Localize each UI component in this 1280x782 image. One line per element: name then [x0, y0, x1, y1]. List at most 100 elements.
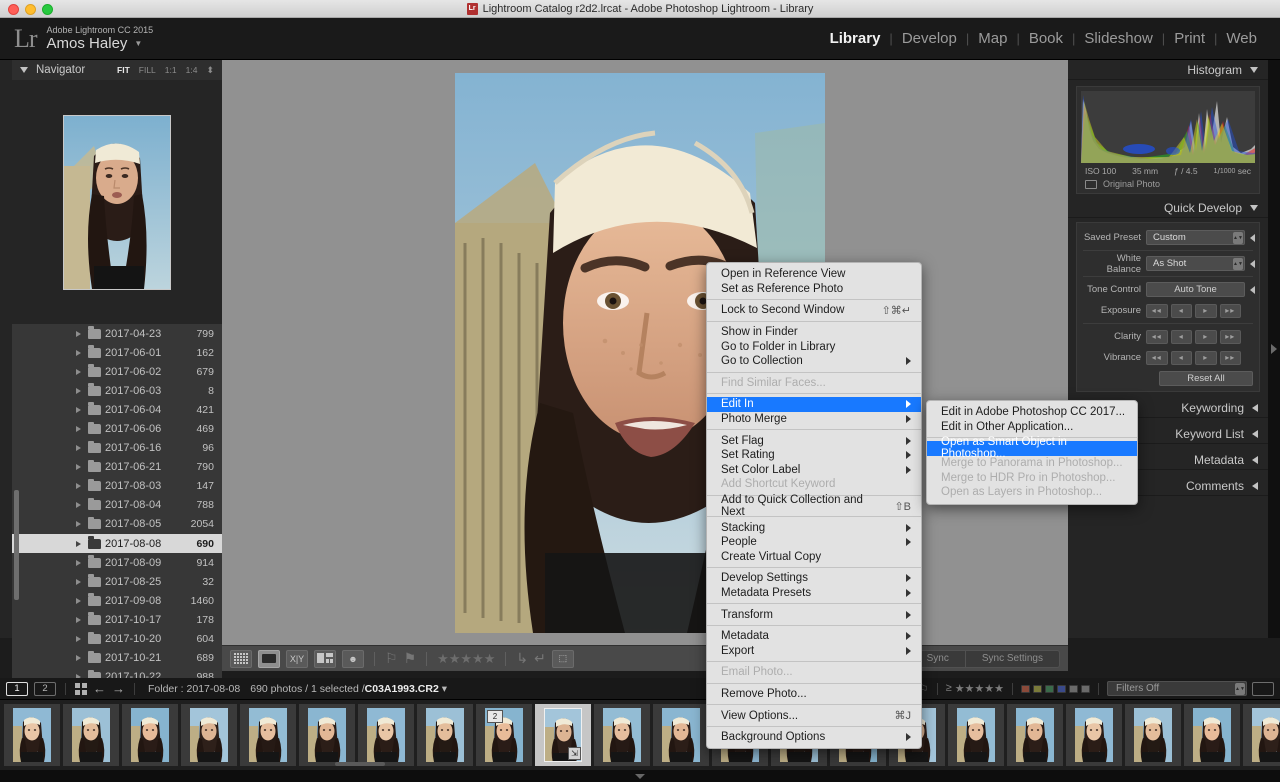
- filmstrip-thumbnail-selected[interactable]: ⇲: [535, 704, 591, 766]
- filename-chevron-down-icon[interactable]: ▾: [442, 683, 447, 695]
- chevron-left-icon[interactable]: [1250, 259, 1255, 268]
- folder-expand-icon[interactable]: [76, 559, 81, 566]
- display-1-button[interactable]: 1: [6, 681, 28, 696]
- folder-expand-icon[interactable]: [76, 597, 81, 604]
- navigator-header[interactable]: Navigator FIT FILL 1:1 1:4 ⬍: [12, 60, 222, 80]
- clarity-increase-small[interactable]: ▸: [1195, 329, 1217, 344]
- clarity-decrease-large[interactable]: ◂◂: [1146, 329, 1168, 344]
- menu-item[interactable]: Export: [707, 643, 921, 658]
- filmstrip-resize-handle[interactable]: [335, 762, 385, 766]
- folder-expand-icon[interactable]: [76, 502, 81, 509]
- folder-expand-icon[interactable]: [76, 521, 81, 528]
- filmstrip-thumbnail[interactable]: [948, 704, 1004, 766]
- chevron-down-icon[interactable]: [1250, 204, 1258, 211]
- folder-row[interactable]: 2017-10-17 178: [12, 610, 222, 629]
- folder-expand-icon[interactable]: [76, 655, 81, 662]
- menu-item[interactable]: Open in Reference View: [707, 267, 921, 282]
- menu-item[interactable]: Go to Folder in Library: [707, 339, 921, 354]
- edit-in-submenu[interactable]: Edit in Adobe Photoshop CC 2017... Edit i…: [926, 400, 1138, 505]
- zoom-fit[interactable]: FIT: [117, 65, 130, 75]
- folders-scrollbar[interactable]: [14, 490, 19, 600]
- chevron-left-icon[interactable]: [1252, 455, 1258, 464]
- histogram-header[interactable]: Histogram: [1068, 60, 1268, 80]
- rotate-right-icon[interactable]: ↵: [534, 650, 546, 667]
- filmstrip-thumbnail[interactable]: [417, 704, 473, 766]
- folder-row[interactable]: 2017-08-04 788: [12, 496, 222, 515]
- filmstrip-thumbnail[interactable]: [4, 704, 60, 766]
- menu-item[interactable]: Metadata Presets: [707, 586, 921, 601]
- folder-row[interactable]: 2017-08-03 147: [12, 477, 222, 496]
- filmstrip-thumbnail[interactable]: [358, 704, 414, 766]
- menu-item[interactable]: Develop Settings: [707, 571, 921, 586]
- color-label-swatch[interactable]: [1033, 684, 1042, 693]
- module-develop[interactable]: Develop: [893, 30, 966, 47]
- filmstrip-collapse-bar[interactable]: [0, 770, 1280, 782]
- rotate-left-icon[interactable]: ↳: [516, 650, 528, 667]
- menu-item[interactable]: Photo Merge: [707, 412, 921, 427]
- flag-reject-icon[interactable]: ⚑: [404, 650, 417, 667]
- forward-arrow-icon[interactable]: →: [112, 681, 125, 696]
- folder-expand-icon[interactable]: [76, 387, 81, 394]
- flag-pick-icon[interactable]: ⚐: [385, 650, 398, 667]
- filmstrip-thumbnail[interactable]: [594, 704, 650, 766]
- filmstrip-thumbnail[interactable]: [240, 704, 296, 766]
- chevron-left-icon[interactable]: [1252, 429, 1258, 438]
- chevron-left-icon[interactable]: [1252, 481, 1258, 490]
- folder-row[interactable]: 2017-08-25 32: [12, 572, 222, 591]
- original-photo-row[interactable]: Original Photo: [1081, 176, 1255, 189]
- filmstrip-thumbnail[interactable]: [1243, 704, 1280, 766]
- module-library[interactable]: Library: [821, 30, 890, 47]
- folder-expand-icon[interactable]: [76, 483, 81, 490]
- filmstrip-thumbnail[interactable]: [181, 704, 237, 766]
- menu-item[interactable]: Set as Reference Photo: [707, 282, 921, 297]
- menu-item[interactable]: Transform: [707, 607, 921, 622]
- folder-breadcrumb[interactable]: Folder : 2017-08-08: [148, 683, 240, 695]
- auto-tone-button[interactable]: Auto Tone: [1146, 282, 1245, 297]
- color-label-swatch[interactable]: [1057, 684, 1066, 693]
- vibrance-decrease-large[interactable]: ◂◂: [1146, 350, 1168, 365]
- menu-item[interactable]: Set Color Label: [707, 463, 921, 478]
- folder-row[interactable]: 2017-06-01 162: [12, 343, 222, 362]
- filmstrip[interactable]: 2 ⇲: [0, 700, 1280, 770]
- menu-item[interactable]: Set Flag: [707, 433, 921, 448]
- chevron-down-icon[interactable]: [1250, 66, 1258, 73]
- folder-expand-icon[interactable]: [76, 578, 81, 585]
- color-label-swatch[interactable]: [1021, 684, 1030, 693]
- color-label-swatch[interactable]: [1081, 684, 1090, 693]
- people-view-icon[interactable]: ☻: [342, 649, 364, 668]
- grid-view-icon[interactable]: [75, 682, 87, 695]
- module-map[interactable]: Map: [969, 30, 1016, 47]
- module-web[interactable]: Web: [1217, 30, 1266, 47]
- menu-item[interactable]: Edit in Other Application...: [927, 420, 1137, 435]
- menu-item[interactable]: Show in Finder: [707, 325, 921, 340]
- color-label-swatch[interactable]: [1045, 684, 1054, 693]
- window-controls[interactable]: [8, 4, 53, 15]
- exposure-increase-large[interactable]: ▸▸: [1219, 303, 1241, 318]
- color-label-filters[interactable]: [1021, 684, 1090, 693]
- filmstrip-thumbnail[interactable]: [63, 704, 119, 766]
- stepper-icon[interactable]: ▲▼: [1235, 683, 1245, 695]
- folder-expand-icon[interactable]: [76, 540, 81, 547]
- saved-preset-select[interactable]: Custom ▲▼: [1146, 230, 1245, 245]
- histogram-graph[interactable]: [1081, 91, 1255, 163]
- folder-row[interactable]: 2017-06-21 790: [12, 458, 222, 477]
- module-print[interactable]: Print: [1165, 30, 1214, 47]
- clarity-increase-large[interactable]: ▸▸: [1219, 329, 1241, 344]
- folder-row[interactable]: 2017-08-05 2054: [12, 515, 222, 534]
- folder-expand-icon[interactable]: [76, 426, 81, 433]
- transform-tool-icon[interactable]: ⬚: [551, 649, 574, 668]
- exposure-decrease-small[interactable]: ◂: [1170, 303, 1192, 318]
- module-book[interactable]: Book: [1020, 30, 1072, 47]
- folder-row[interactable]: 2017-10-20 604: [12, 630, 222, 649]
- menu-item[interactable]: Create Virtual Copy: [707, 550, 921, 565]
- folder-row[interactable]: 2017-08-08 690: [12, 534, 222, 554]
- compare-view-icon[interactable]: X|Y: [286, 649, 308, 668]
- menu-item[interactable]: Open as Smart Object in Photoshop...: [927, 436, 1137, 460]
- filter-preset-select[interactable]: Filters Off ▲▼: [1107, 681, 1247, 696]
- folder-expand-icon[interactable]: [76, 330, 81, 337]
- navigator-preview[interactable]: [12, 80, 222, 324]
- back-arrow-icon[interactable]: ←: [93, 681, 106, 696]
- identity-chevron-down-icon[interactable]: ▼: [134, 39, 142, 48]
- menu-item[interactable]: Edit in Adobe Photoshop CC 2017...: [927, 405, 1137, 420]
- right-panel-collapse-handle[interactable]: [1268, 60, 1280, 638]
